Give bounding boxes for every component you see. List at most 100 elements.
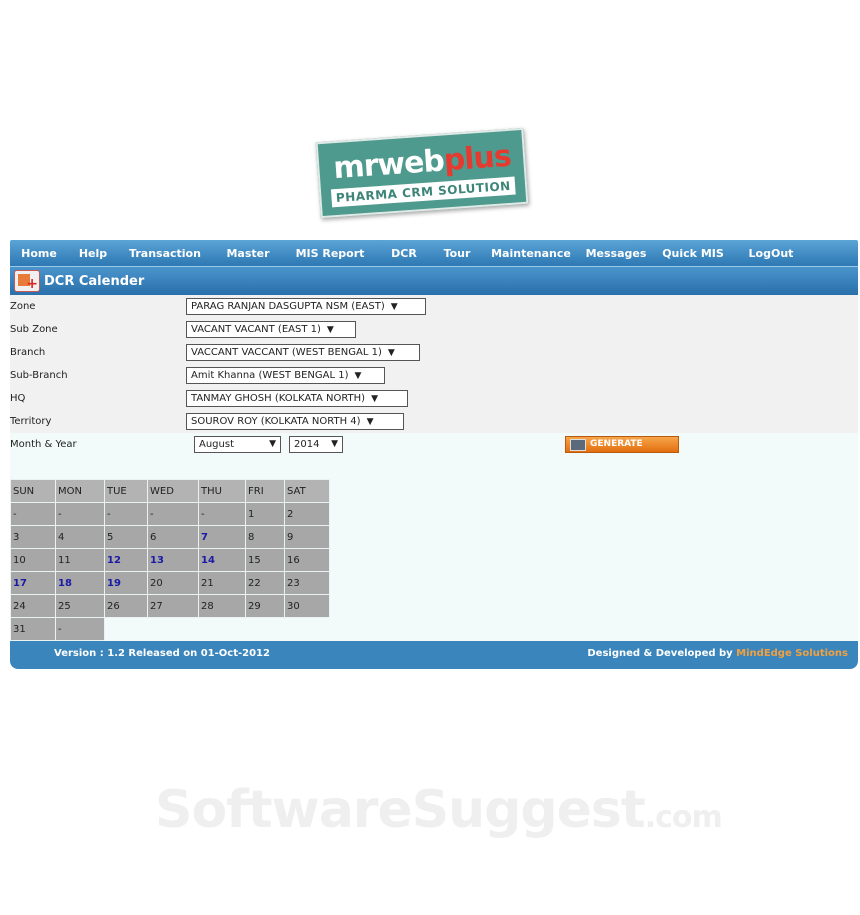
dcr-calendar: SUN MON TUE WED THU FRI SAT - - - - -1 2 3 4 5 6 7 8 9 10 11 1… [10,479,330,641]
nav-item-transaction[interactable]: Transaction [118,247,212,260]
calendar-header-mon: MON [55,479,105,503]
designed-by-text: Designed & Developed by [587,648,733,659]
sub-zone-value: VACANT VACANT (EAST 1) [191,324,321,335]
territory-select[interactable]: SOUROV ROY (KOLKATA NORTH 4) ▼ [186,413,404,430]
calendar-day-cell[interactable]: 17 [10,571,56,595]
calendar-header-row: SUN MON TUE WED THU FRI SAT [10,479,330,503]
calendar-day-cell[interactable]: 12 [104,548,148,572]
month-value: August [199,439,234,450]
watermark-suffix: .com [644,800,723,835]
calendar-day-cell: - [198,502,246,526]
company-link[interactable]: MindEdge Solutions [736,648,848,659]
nav-item-maintenance[interactable]: Maintenance [482,247,580,260]
generate-label: GENERATE [590,439,643,449]
generate-button[interactable]: GENERATE [565,436,679,453]
calendar-day-cell: - [10,502,56,526]
chevron-down-icon: ▼ [390,302,398,312]
month-year-row: Month & Year August ▼ 2014 ▼ GENERATE [10,433,858,456]
nav-item-dcr[interactable]: DCR [376,247,432,260]
monitor-icon [570,439,586,451]
chevron-down-icon: ▼ [269,439,276,449]
nav-item-mis-report[interactable]: MIS Report [284,247,376,260]
calendar-day-cell: - [55,502,105,526]
calendar-day-cell: 2 [284,502,330,526]
calendar-day-cell: - [147,502,199,526]
calendar-day-cell: 1 [245,502,285,526]
nav-item-help[interactable]: Help [68,247,118,260]
calendar-day-cell: 5 [104,525,148,549]
nav-item-master[interactable]: Master [212,247,284,260]
calendar-day-cell: 9 [284,525,330,549]
calendar-day-cell: 15 [245,548,285,572]
calendar-day-cell: 29 [245,594,285,618]
zone-row: Zone PARAG RANJAN DASGUPTA NSM (EAST) ▼ [10,295,858,318]
nav-item-home[interactable]: Home [10,247,68,260]
page-header-bar: + DCR Calender [10,266,858,295]
zone-select[interactable]: PARAG RANJAN DASGUPTA NSM (EAST) ▼ [186,298,426,315]
calendar-day-cell: 6 [147,525,199,549]
footer: Version : 1.2 Released on 01-Oct-2012 De… [10,641,858,669]
calendar-week-row: 24 25 26 27 28 29 30 [10,594,330,618]
calendar-header-sat: SAT [284,479,330,503]
app-frame: Home Help Transaction Master MIS Report DCR To… [10,240,858,669]
calendar-day-cell: 21 [198,571,246,595]
calendar-day-cell: 31 [10,617,56,641]
nav-item-messages[interactable]: Messages [580,247,652,260]
nav-item-logout[interactable]: LogOut [734,247,808,260]
sub-zone-select[interactable]: VACANT VACANT (EAST 1) ▼ [186,321,356,338]
calendar-week-row: 3456789 [10,525,330,549]
calendar-day-cell: 16 [284,548,330,572]
calendar-day-cell[interactable]: 13 [147,548,199,572]
territory-label: Territory [10,416,52,427]
sub-branch-value: Amit Khanna (WEST BENGAL 1) [191,370,349,381]
calendar-day-cell[interactable]: 7 [198,525,246,549]
sub-branch-label: Sub-Branch [10,370,68,381]
calendar-day-cell: - [104,502,148,526]
chevron-down-icon: ▼ [371,394,378,404]
chevron-down-icon: ▼ [354,371,362,381]
branch-value: VACCANT VACCANT (WEST BENGAL 1) [191,347,382,358]
calendar-day-cell: - [55,617,105,641]
calendar-week-row: 10 11 12 13 14 15 16 [10,548,330,572]
watermark-main: SoftwareSuggest [155,780,646,840]
chevron-down-icon: ▼ [387,348,395,358]
hq-select[interactable]: TANMAY GHOSH (KOLKATA NORTH) ▼ [186,390,408,407]
calendar-day-cell: 8 [245,525,285,549]
calendar-day-cell: 30 [284,594,330,618]
calendar-day-cell[interactable]: 18 [55,571,105,595]
filter-form: Zone PARAG RANJAN DASGUPTA NSM (EAST) ▼ S… [10,295,858,456]
calendar-day-cell: 25 [55,594,105,618]
calendar-day-cell: 26 [104,594,148,618]
nav-item-quick-mis[interactable]: Quick MIS [652,247,734,260]
month-select[interactable]: August ▼ [194,436,281,453]
calendar-day-cell[interactable]: 19 [104,571,148,595]
hq-label: HQ [10,393,26,404]
calendar-header-wed: WED [147,479,199,503]
calendar-week-row: 17 18 19 20 21 22 23 [10,571,330,595]
year-select[interactable]: 2014 ▼ [289,436,343,453]
chevron-down-icon: ▼ [366,417,374,427]
calendar-day-cell: 4 [55,525,105,549]
sub-branch-select[interactable]: Amit Khanna (WEST BENGAL 1) ▼ [186,367,385,384]
calendar-week-row: 31- [10,617,330,641]
chevron-down-icon: ▼ [331,439,338,449]
watermark: SoftwareSuggest.com [155,780,723,840]
chevron-down-icon: ▼ [326,325,334,335]
developer-credit: Designed & Developed by MindEdge Solutio… [587,648,848,659]
calendar-header-tue: TUE [104,479,148,503]
mrwebplus-logo: mrwebplus PHARMA CRM SOLUTION [315,127,529,219]
calendar-header-thu: THU [198,479,246,503]
month-year-label: Month & Year [10,439,77,450]
calendar-day-cell: 28 [198,594,246,618]
calendar-day-cell: 20 [147,571,199,595]
calendar-area: SUN MON TUE WED THU FRI SAT - - - - -1 2 3 4 5 6 7 8 9 10 11 1… [10,456,858,641]
branch-select[interactable]: VACCANT VACCANT (WEST BENGAL 1) ▼ [186,344,420,361]
nav-item-tour[interactable]: Tour [432,247,482,260]
calendar-header-fri: FRI [245,479,285,503]
calendar-day-cell[interactable]: 14 [198,548,246,572]
territory-value: SOUROV ROY (KOLKATA NORTH 4) [191,416,361,427]
sub-zone-label: Sub Zone [10,324,58,335]
logo-word-main: mrweb [332,143,446,187]
zone-label: Zone [10,301,36,312]
year-value: 2014 [294,439,320,450]
